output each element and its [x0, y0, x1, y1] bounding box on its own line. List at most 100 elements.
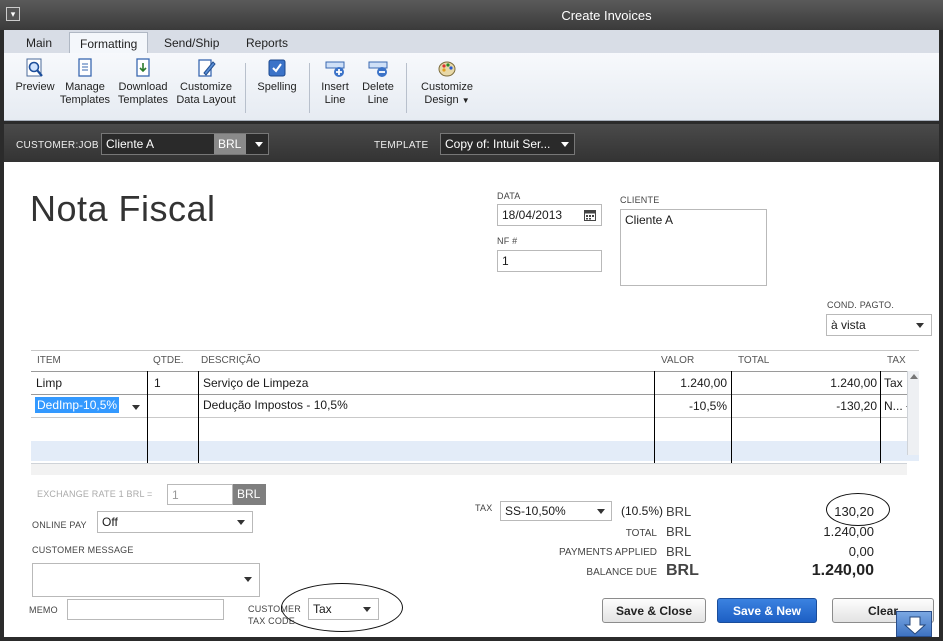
payments-applied-label: PAYMENTS APPLIED: [559, 547, 657, 558]
cond-pagto-label: COND. PAGTO.: [827, 300, 895, 310]
calendar-icon[interactable]: [584, 209, 596, 221]
exchange-rate-input[interactable]: 1: [167, 484, 233, 505]
exchange-rate-label: EXCHANGE RATE 1 BRL =: [37, 489, 153, 499]
cell-item[interactable]: Limp: [36, 376, 62, 390]
grid-horizontal-scrollbar[interactable]: [31, 463, 907, 475]
tab-main[interactable]: Main: [16, 32, 62, 54]
cell-valor[interactable]: 1.240,00: [680, 376, 727, 390]
spelling-label: Spelling: [257, 81, 297, 93]
download-templates-button[interactable]: Download Templates: [116, 57, 170, 107]
cell-tax[interactable]: N...: [884, 399, 903, 413]
column-header-description: DESCRIÇÃO: [201, 355, 261, 366]
column-divider: [147, 371, 148, 463]
tax-amount: 130,20: [834, 504, 874, 519]
delete-line-icon: [368, 61, 388, 77]
insert-line-label-2: Line: [324, 94, 346, 106]
template-dropdown[interactable]: Copy of: Intuit Ser...: [440, 133, 575, 155]
cell-tax[interactable]: Tax: [884, 376, 903, 390]
cliente-label: CLIENTE: [620, 195, 660, 205]
ribbon-separator: [309, 63, 310, 113]
row-divider: [31, 417, 919, 418]
chevron-down-icon: ▼: [461, 96, 470, 105]
cell-qty[interactable]: 1: [154, 376, 161, 390]
manage-templates-button[interactable]: Manage Templates: [58, 57, 112, 107]
row-divider: [31, 371, 919, 372]
download-templates-label-2: Templates: [117, 94, 169, 106]
scroll-down-button[interactable]: [896, 611, 932, 637]
cell-total[interactable]: -130,20: [836, 399, 877, 413]
delete-line-label-2: Line: [367, 94, 389, 106]
chevron-down-icon[interactable]: [132, 405, 140, 410]
scroll-up-icon[interactable]: [910, 374, 918, 379]
nf-number-input[interactable]: 1: [497, 250, 602, 272]
row-stripe: [31, 441, 919, 461]
pencil-document-icon: [198, 59, 216, 77]
customer-job-dropdown[interactable]: Cliente A BRL: [101, 133, 269, 155]
column-divider: [654, 371, 655, 463]
chevron-down-icon: [244, 577, 252, 582]
date-value: 18/04/2013: [502, 208, 563, 222]
form-title: Nota Fiscal: [30, 188, 216, 229]
column-header-total: TOTAL: [738, 355, 770, 366]
save-new-button[interactable]: Save & New: [717, 598, 817, 623]
cell-description[interactable]: Serviço de Limpeza: [203, 376, 308, 390]
date-label: DATA: [497, 191, 521, 201]
tab-reports[interactable]: Reports: [236, 32, 298, 54]
download-templates-label-1: Download: [118, 81, 168, 93]
grid-vertical-scrollbar[interactable]: [907, 371, 919, 455]
palette-icon: [438, 61, 456, 77]
cell-description[interactable]: Dedução Impostos - 10,5%: [203, 398, 348, 412]
column-divider: [731, 371, 732, 463]
customer-tax-code-label-1: CUSTOMER: [248, 604, 301, 614]
customize-data-layout-label-2: Data Layout: [176, 94, 236, 106]
tax-item-dropdown[interactable]: SS-10,50%: [500, 501, 612, 521]
balance-due-label: BALANCE DUE: [586, 567, 657, 578]
customer-tax-code-dropdown[interactable]: Tax: [308, 598, 379, 620]
spelling-button[interactable]: Spelling: [252, 57, 302, 94]
magnifier-icon: [26, 58, 43, 77]
save-close-button[interactable]: Save & Close: [602, 598, 706, 623]
customize-design-label-1: Customize: [421, 81, 473, 93]
cell-item-selected[interactable]: DedImp-10,5%: [35, 397, 120, 413]
online-pay-dropdown[interactable]: Off: [97, 511, 253, 533]
spelling-icon: [268, 59, 286, 77]
chevron-down-icon: [363, 607, 371, 612]
payments-currency: BRL: [666, 544, 692, 559]
cond-pagto-value: à vista: [831, 318, 866, 332]
customize-data-layout-button[interactable]: Customize Data Layout: [174, 57, 238, 107]
customize-design-label-2: Design: [424, 94, 459, 106]
cell-total[interactable]: 1.240,00: [830, 376, 877, 390]
tax-item-value: SS-10,50%: [505, 504, 566, 518]
column-header-qty: QTDE.: [153, 355, 184, 366]
customer-message-dropdown[interactable]: [32, 563, 260, 597]
customer-message-label: CUSTOMER MESSAGE: [32, 545, 134, 555]
ribbon-separator: [245, 63, 246, 113]
line-items-table: ITEM QTDE. DESCRIÇÃO VALOR TOTAL TAX Lim…: [31, 350, 919, 476]
cliente-address-box[interactable]: Cliente A: [620, 209, 767, 286]
manage-templates-label-1: Manage: [65, 81, 105, 93]
tab-send-ship[interactable]: Send/Ship: [154, 32, 229, 54]
chevron-down-icon: [561, 142, 569, 147]
exchange-rate-value: 1: [172, 488, 179, 502]
customer-tax-code-value: Tax: [313, 602, 332, 616]
customer-tax-code-label-2: TAX CODE: [248, 616, 295, 626]
cond-pagto-dropdown[interactable]: à vista: [826, 314, 932, 336]
manage-templates-label-2: Templates: [59, 94, 111, 106]
cell-valor[interactable]: -10,5%: [689, 399, 727, 413]
chevron-down-icon: [255, 142, 263, 147]
template-value: Copy of: Intuit Ser...: [445, 137, 551, 151]
preview-button[interactable]: Preview: [12, 57, 58, 94]
customer-job-label: CUSTOMER:JOB: [16, 140, 99, 151]
currency-badge: BRL: [214, 134, 246, 154]
tab-formatting[interactable]: Formatting: [69, 32, 149, 54]
memo-input[interactable]: [67, 599, 224, 620]
delete-line-label-1: Delete: [362, 81, 394, 93]
column-header-item: ITEM: [37, 355, 61, 366]
date-input[interactable]: 18/04/2013: [497, 204, 602, 226]
chevron-down-icon: [916, 323, 924, 328]
customize-design-button[interactable]: Customize Design ▼: [416, 57, 478, 107]
online-pay-value: Off: [102, 515, 118, 529]
delete-line-button[interactable]: Delete Line: [359, 57, 397, 107]
insert-line-button[interactable]: Insert Line: [316, 57, 354, 107]
arrow-down-icon: [903, 616, 927, 635]
